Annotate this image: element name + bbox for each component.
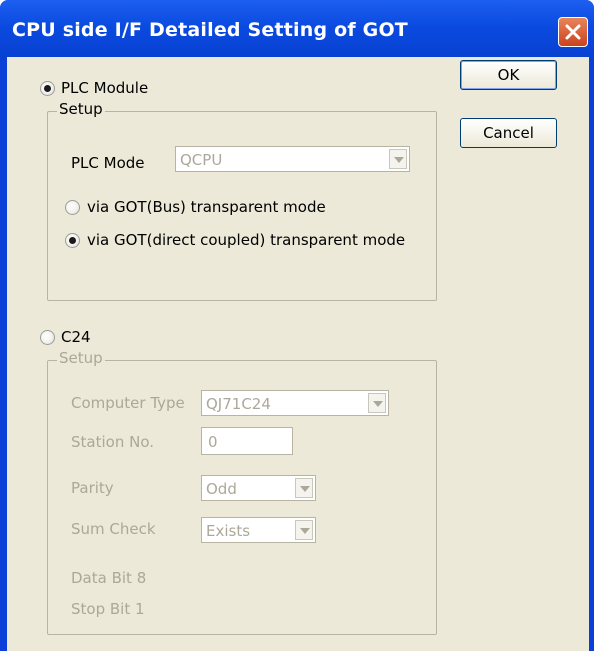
computer-type-label: Computer Type (71, 394, 185, 412)
via-direct-coupled-radio[interactable] (65, 233, 80, 248)
station-no-value: 0 (208, 433, 218, 451)
via-bus-label[interactable]: via GOT(Bus) transparent mode (87, 198, 326, 216)
c24-label[interactable]: C24 (61, 328, 91, 346)
close-icon (565, 24, 581, 40)
chevron-down-icon[interactable] (295, 520, 313, 540)
plc-mode-value: QCPU (180, 151, 223, 169)
chevron-down-icon[interactable] (368, 393, 386, 413)
parity-label: Parity (71, 479, 114, 497)
via-bus-radio[interactable] (65, 200, 80, 215)
close-button[interactable] (558, 17, 588, 47)
plc-module-label[interactable]: PLC Module (61, 79, 148, 97)
c24-radio[interactable] (40, 330, 55, 345)
plc-mode-label: PLC Mode (71, 154, 145, 172)
station-no-input[interactable]: 0 (201, 427, 293, 455)
chevron-down-icon[interactable] (389, 149, 407, 169)
computer-type-value: QJ71C24 (206, 395, 271, 413)
sum-check-select[interactable]: Exists (201, 517, 316, 543)
c24-setup-legend: Setup (57, 349, 105, 367)
data-bit-text: Data Bit 8 (71, 569, 147, 587)
sum-check-label: Sum Check (71, 520, 156, 538)
parity-value: Odd (206, 480, 237, 498)
cancel-button[interactable]: Cancel (460, 118, 557, 148)
plc-module-radio[interactable] (40, 81, 55, 96)
sum-check-value: Exists (206, 522, 251, 540)
stop-bit-text: Stop Bit 1 (71, 600, 145, 618)
dialog-window: CPU side I/F Detailed Setting of GOT PLC… (0, 0, 594, 651)
station-no-label: Station No. (71, 433, 154, 451)
plc-mode-select[interactable]: QCPU (175, 146, 410, 172)
computer-type-select[interactable]: QJ71C24 (201, 390, 389, 416)
window-title: CPU side I/F Detailed Setting of GOT (12, 19, 408, 41)
parity-select[interactable]: Odd (201, 475, 316, 501)
title-bar[interactable]: CPU side I/F Detailed Setting of GOT (0, 0, 594, 60)
chevron-down-icon[interactable] (295, 478, 313, 498)
ok-button[interactable]: OK (460, 60, 557, 90)
dialog-body: PLC Module Setup PLC Mode QCPU via GOT(B… (7, 57, 589, 651)
via-direct-coupled-label[interactable]: via GOT(direct coupled) transparent mode (87, 231, 405, 249)
plc-setup-legend: Setup (57, 100, 105, 118)
